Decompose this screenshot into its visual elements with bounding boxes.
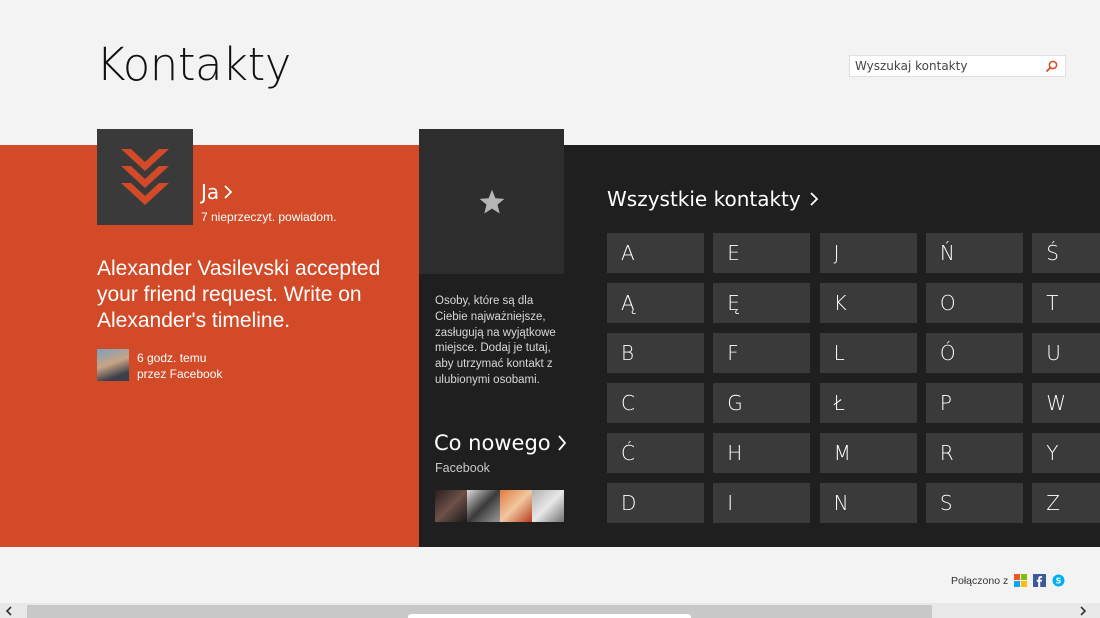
letter-tile[interactable]: K [819, 283, 917, 323]
avatar[interactable] [97, 349, 129, 381]
chevron-right-icon [1080, 605, 1087, 616]
letter-tile[interactable]: Ą [607, 283, 704, 323]
alphabet-grid: AĄBCĆD EĘFGHI JKLŁMN ŃOÓPRS ŚTUWYZ [607, 233, 1100, 523]
letter-tile[interactable]: C [607, 383, 704, 423]
activity-meta: 6 godz. temu przez Facebook [137, 350, 222, 382]
whats-new-photos[interactable] [435, 490, 564, 522]
me-tile[interactable] [97, 129, 193, 225]
letter-tile[interactable]: Ę [713, 283, 811, 323]
search-input[interactable] [850, 56, 1040, 76]
chevron-right-icon [810, 192, 819, 206]
favorites-tile[interactable] [419, 129, 564, 274]
letter-tile[interactable]: O [925, 283, 1023, 323]
scroll-handle-bar[interactable] [408, 614, 691, 618]
letter-tile[interactable]: Ś [1032, 233, 1100, 273]
letter-tile[interactable]: H [713, 433, 811, 473]
letter-tile[interactable]: S [925, 483, 1023, 523]
letter-tile[interactable]: E [713, 233, 811, 273]
letter-tile[interactable]: I [713, 483, 811, 523]
letter-tile[interactable]: N [819, 483, 917, 523]
horizontal-scrollbar[interactable] [0, 603, 1100, 618]
letter-tile[interactable]: W [1032, 383, 1100, 423]
letter-tile[interactable]: Y [1032, 433, 1100, 473]
letter-tile[interactable]: Ń [925, 233, 1023, 273]
letter-tile[interactable]: U [1032, 333, 1100, 373]
whats-new-title: Co nowego [434, 431, 551, 455]
scroll-right-arrow[interactable] [1074, 603, 1092, 618]
letter-tile[interactable]: B [607, 333, 704, 373]
photo-thumbnail[interactable] [499, 490, 532, 522]
search-box[interactable] [849, 55, 1066, 77]
microsoft-icon[interactable] [1014, 574, 1028, 587]
letter-tile[interactable]: R [925, 433, 1023, 473]
activity-time: 6 godz. temu [137, 351, 207, 365]
activity-source: przez Facebook [137, 367, 223, 381]
letter-tile[interactable]: Z [1032, 483, 1100, 523]
chevron-left-icon [5, 605, 12, 616]
notifications-count: 7 nieprzeczyt. powiadom. [201, 210, 337, 224]
letter-tile[interactable]: A [607, 233, 704, 273]
svg-text:S: S [1056, 577, 1062, 586]
facebook-icon[interactable] [1033, 574, 1047, 587]
letter-tile[interactable]: Ł [819, 383, 917, 423]
letter-tile[interactable]: M [819, 433, 917, 473]
letter-tile[interactable]: P [925, 383, 1023, 423]
whats-new-link[interactable]: Co nowego [434, 431, 567, 455]
scroll-left-arrow[interactable] [0, 603, 18, 618]
all-contacts-link[interactable]: Wszystkie kontakty [607, 187, 819, 211]
skype-icon[interactable]: S [1052, 574, 1065, 587]
all-contacts-title: Wszystkie kontakty [607, 187, 801, 211]
letter-tile[interactable]: L [819, 333, 917, 373]
star-icon [479, 189, 504, 214]
me-panel [0, 145, 419, 547]
letter-tile[interactable]: D [607, 483, 704, 523]
letter-tile[interactable]: J [819, 233, 917, 273]
me-link[interactable]: Ja [201, 180, 233, 204]
whats-new-source: Facebook [435, 461, 490, 475]
photo-thumbnail[interactable] [531, 490, 564, 522]
chevron-right-icon [557, 435, 566, 451]
letter-tile[interactable]: T [1032, 283, 1100, 323]
letter-tile[interactable]: Ć [607, 433, 704, 473]
page-title: Kontakty [96, 38, 291, 91]
me-label: Ja [201, 180, 220, 204]
photo-thumbnail[interactable] [435, 490, 468, 522]
connected-label: Połączono z [951, 574, 1009, 587]
favorites-description: Osoby, które są dla Ciebie najważniejsze… [435, 295, 556, 386]
connected-services: Połączono z S [951, 574, 1065, 587]
activity-text[interactable]: Alexander Vasilevski accepted your frien… [97, 256, 397, 334]
letter-tile[interactable]: G [713, 383, 811, 423]
search-icon[interactable] [1040, 56, 1062, 76]
letter-tile[interactable]: F [713, 333, 811, 373]
letter-tile[interactable]: Ó [925, 333, 1023, 373]
profile-chevron-icon [121, 149, 169, 205]
photo-thumbnail[interactable] [467, 490, 500, 522]
chevron-right-icon [224, 185, 233, 199]
